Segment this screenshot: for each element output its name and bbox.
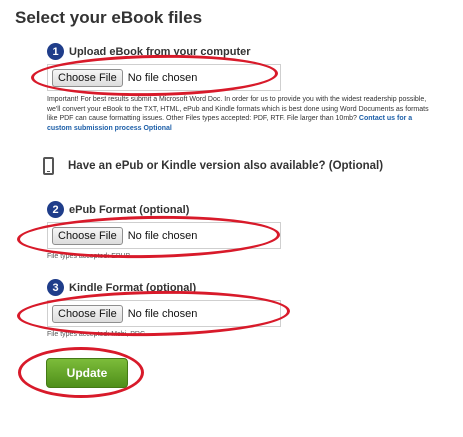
kindle-choose-file-button[interactable]: Choose File <box>52 304 123 323</box>
step3-header: 3 Kindle Format (optional) <box>47 279 196 296</box>
epub-file-input[interactable]: Choose File No file chosen <box>47 222 281 249</box>
kindle-file-status: No file chosen <box>127 307 198 320</box>
epub-file-status: No file chosen <box>127 229 198 242</box>
step2-number-badge: 2 <box>47 201 64 218</box>
kindle-file-input[interactable]: Choose File No file chosen <box>47 300 281 327</box>
step3-number-badge: 3 <box>47 279 64 296</box>
ebook-file-input[interactable]: Choose File No file chosen <box>47 64 281 91</box>
step2-label: ePub Format (optional) <box>69 203 190 216</box>
epub-choose-file-button[interactable]: Choose File <box>52 226 123 245</box>
step1-number-badge: 1 <box>47 43 64 60</box>
kindle-types-note: File types accepted: Mobi, PRC <box>47 331 146 338</box>
step3-label: Kindle Format (optional) <box>69 281 197 294</box>
update-button[interactable]: Update <box>46 358 128 388</box>
ebook-choose-file-button[interactable]: Choose File <box>52 68 123 87</box>
alt-versions-label: Have an ePub or Kindle version also avai… <box>68 160 384 172</box>
step1-label: Upload eBook from your computer <box>69 45 251 58</box>
epub-types-note: File types accepted: EPUB <box>47 253 131 260</box>
ebook-file-status: No file chosen <box>127 71 198 84</box>
ebook-format-note: Important! For best results submit a Mic… <box>47 95 437 133</box>
alt-versions-row: Have an ePub or Kindle version also avai… <box>43 157 383 175</box>
mobile-device-icon <box>43 157 54 175</box>
page-title: Select your eBook files <box>15 8 203 27</box>
step1-header: 1 Upload eBook from your computer <box>47 43 251 60</box>
step2-header: 2 ePub Format (optional) <box>47 201 189 218</box>
